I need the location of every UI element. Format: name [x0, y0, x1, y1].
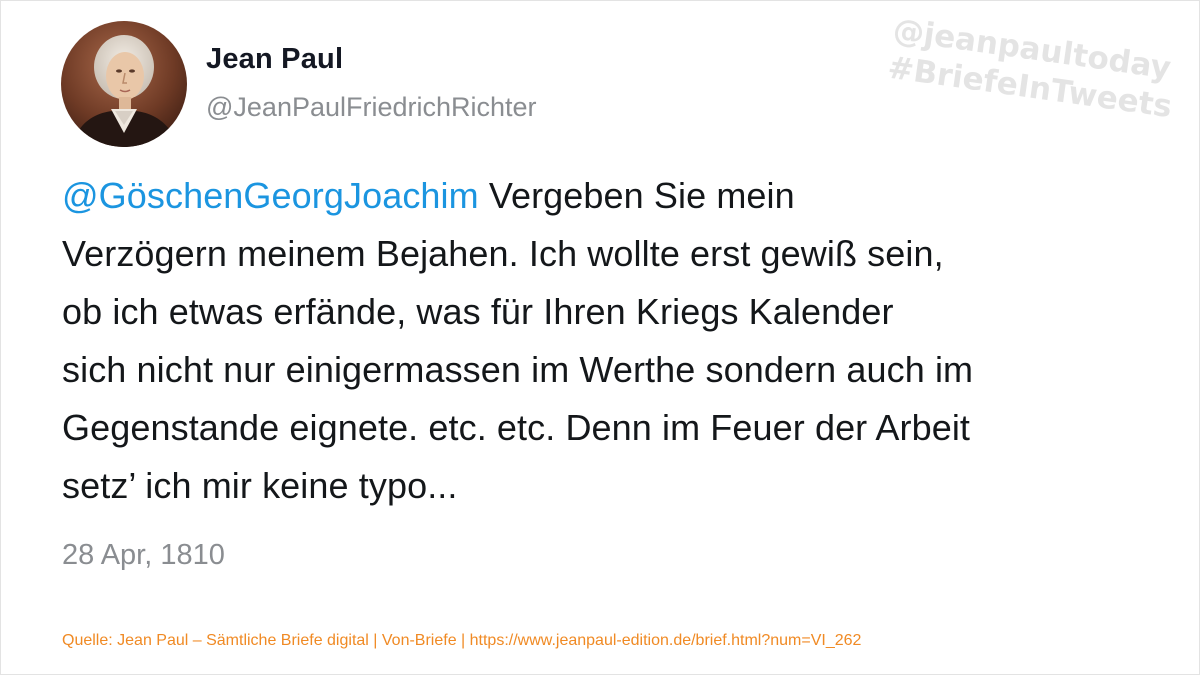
author-display-name[interactable]: Jean Paul	[206, 43, 343, 76]
tweet-date: 28 Apr, 1810	[62, 539, 225, 571]
tweet-card: Jean Paul @JeanPaulFriedrichRichter @jea…	[0, 0, 1200, 675]
portrait-avatar[interactable]	[61, 21, 187, 147]
tweet-line-1-text: Vergeben Sie mein	[478, 175, 795, 216]
author-handle[interactable]: @JeanPaulFriedrichRichter	[206, 92, 537, 123]
portrait-image	[61, 21, 187, 147]
tweet-line-1: @GöschenGeorgJoachim Vergeben Sie mein	[62, 167, 1162, 225]
mention-link[interactable]: @GöschenGeorgJoachim	[62, 175, 479, 216]
tweet-line-6: setz’ ich mir keine typo...	[62, 465, 458, 506]
tweet-line-4: sich nicht nur einigermassen im Werthe s…	[62, 349, 974, 390]
tweet-text: @GöschenGeorgJoachim Vergeben Sie mein V…	[62, 167, 1162, 515]
tweet-line-5: Gegenstande eignete. etc. etc. Denn im F…	[62, 407, 971, 448]
source-citation: Quelle: Jean Paul – Sämtliche Briefe dig…	[62, 632, 862, 649]
tweet-line-2: Verzögern meinem Bejahen. Ich wollte ers…	[62, 233, 944, 274]
tweet-line-3: ob ich etwas erfände, was für Ihren Krie…	[62, 291, 894, 332]
